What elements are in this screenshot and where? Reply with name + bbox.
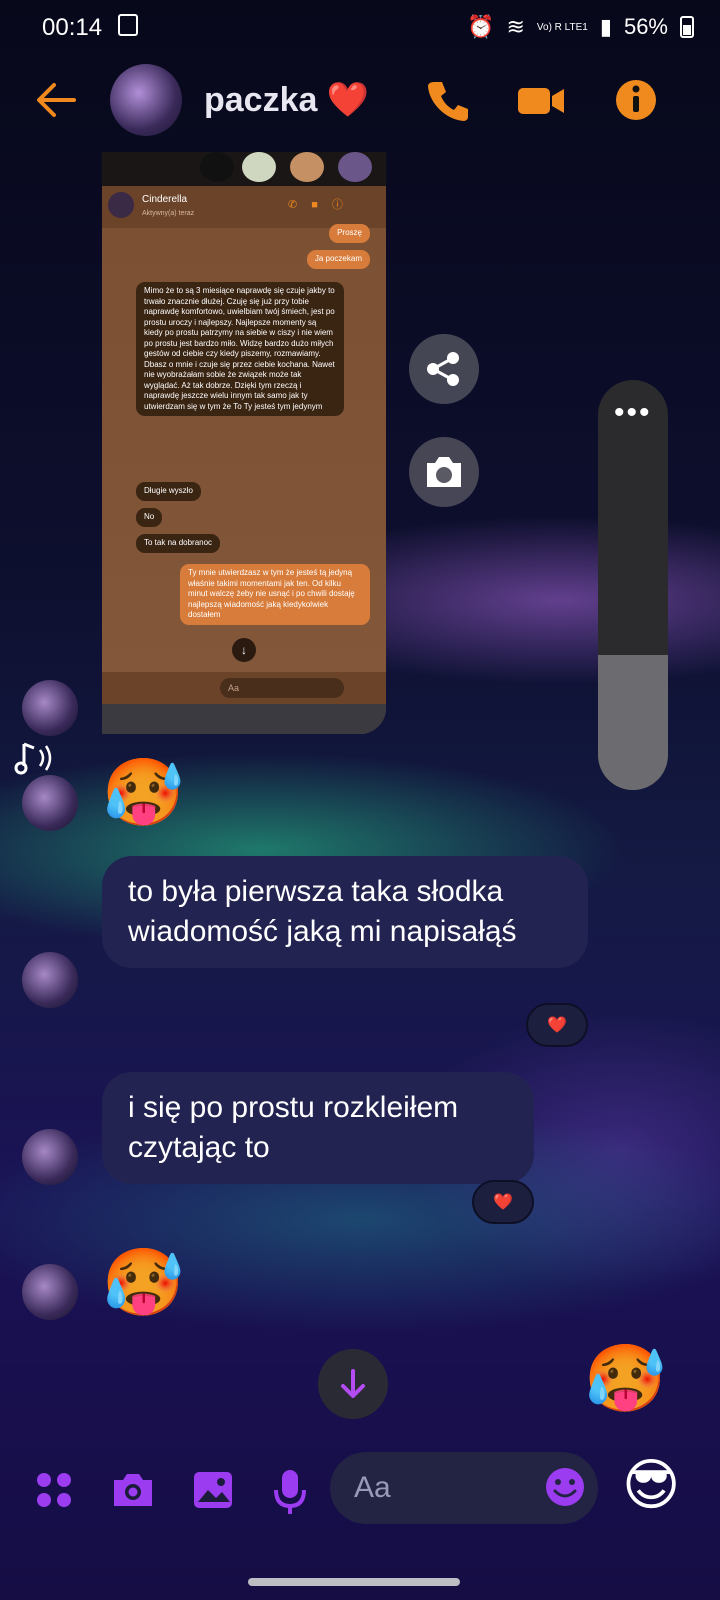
battery-percent: 56% xyxy=(623,14,668,39)
screenshot-contact-name: Cinderella xyxy=(142,194,188,205)
sender-avatar[interactable] xyxy=(22,680,78,736)
screenshot-scroll-down-icon: ↓ xyxy=(232,638,256,662)
network-indicator: Vo) R LTE1 xyxy=(536,21,588,33)
messenger-icon xyxy=(200,152,234,182)
battery-icon xyxy=(680,16,694,38)
screenshot-nav-bar xyxy=(102,704,386,734)
scroll-to-bottom-button[interactable] xyxy=(318,1349,388,1419)
screenshot-contact-avatar xyxy=(108,192,134,218)
wifi-icon: ≋ xyxy=(506,14,525,39)
screenshot-camera-button[interactable] xyxy=(409,437,479,507)
alarm-icon: ⏰ xyxy=(467,14,495,39)
emoji-message[interactable]: 🥵 xyxy=(102,1244,184,1320)
volume-slider[interactable]: ••• xyxy=(598,380,668,790)
screenshot-message: Długie wyszło xyxy=(136,482,201,501)
heart-reaction[interactable]: ❤️ xyxy=(472,1180,534,1224)
gallery-icon[interactable] xyxy=(190,1468,234,1512)
emoji-picker-icon[interactable] xyxy=(544,1466,586,1508)
screenshot-message: Proszę xyxy=(329,224,370,243)
more-actions-icon[interactable] xyxy=(32,1468,76,1512)
screenshot-contact-status: Aktywny(a) teraz xyxy=(142,210,195,217)
conversation-title-text: paczka xyxy=(204,81,318,119)
screenshot-header-icons: ✆■ⓘ xyxy=(288,199,357,211)
volume-level-fill xyxy=(598,655,668,790)
sender-avatar[interactable] xyxy=(22,1264,78,1320)
emoji-message[interactable]: 🥵 xyxy=(584,1340,666,1416)
screenshot-message: Ty mnie utwierdzasz w tym że jesteś tą j… xyxy=(180,564,370,625)
notification-check-icon xyxy=(118,14,138,36)
share-button[interactable] xyxy=(409,334,479,404)
phone-call-icon[interactable] xyxy=(424,76,472,124)
screenshot-message: To tak na dobranoc xyxy=(136,534,221,553)
thumbnail xyxy=(242,152,276,182)
info-icon[interactable] xyxy=(612,76,660,124)
thumbnail xyxy=(290,152,324,182)
message-input[interactable] xyxy=(354,1468,534,1508)
more-options-icon[interactable]: ••• xyxy=(614,398,652,428)
status-right: ⏰ ≋ Vo) R LTE1 ▮ 56% xyxy=(467,14,694,40)
heart-emoji: ❤️ xyxy=(326,81,370,119)
video-call-icon[interactable] xyxy=(516,76,564,124)
thumbnail xyxy=(338,152,372,182)
emoji-message[interactable]: 🥵 xyxy=(102,754,184,830)
back-arrow-icon[interactable] xyxy=(34,80,78,120)
screenshot-composer-input: Aa xyxy=(220,678,344,698)
sender-avatar[interactable] xyxy=(22,952,78,1008)
signal-icon: ▮ xyxy=(599,14,612,39)
heart-reaction[interactable]: ❤️ xyxy=(526,1003,588,1047)
message-composer[interactable] xyxy=(330,1452,598,1524)
screenshot-message: Mimo że to są 3 miesiące naprawdę się cz… xyxy=(136,282,344,416)
microphone-icon[interactable] xyxy=(268,1468,312,1514)
screenshot-message: No xyxy=(136,508,163,527)
status-time: 00:14 xyxy=(42,14,103,41)
camera-icon[interactable] xyxy=(110,1468,154,1512)
message-bubble[interactable]: to była pierwsza taka słodka wiadomość j… xyxy=(102,856,588,968)
screenshot-message: Ja poczekam xyxy=(306,250,370,269)
screenshot-composer: Aa xyxy=(102,672,386,704)
screenshot-top-strip xyxy=(102,152,386,186)
music-note-icon xyxy=(14,738,58,778)
sender-avatar[interactable] xyxy=(22,775,78,831)
conversation-title[interactable]: paczka ❤️ xyxy=(204,80,369,120)
home-indicator[interactable] xyxy=(248,1578,460,1586)
quick-reaction-button[interactable]: 😎 xyxy=(622,1452,680,1518)
screenshot-preview[interactable]: Cinderella Aktywny(a) teraz ✆■ⓘ Proszę J… xyxy=(102,152,386,734)
message-bubble[interactable]: i się po prostu rozkleiłem czytając to xyxy=(102,1072,534,1184)
group-avatar[interactable] xyxy=(110,64,182,136)
sender-avatar[interactable] xyxy=(22,1129,78,1185)
